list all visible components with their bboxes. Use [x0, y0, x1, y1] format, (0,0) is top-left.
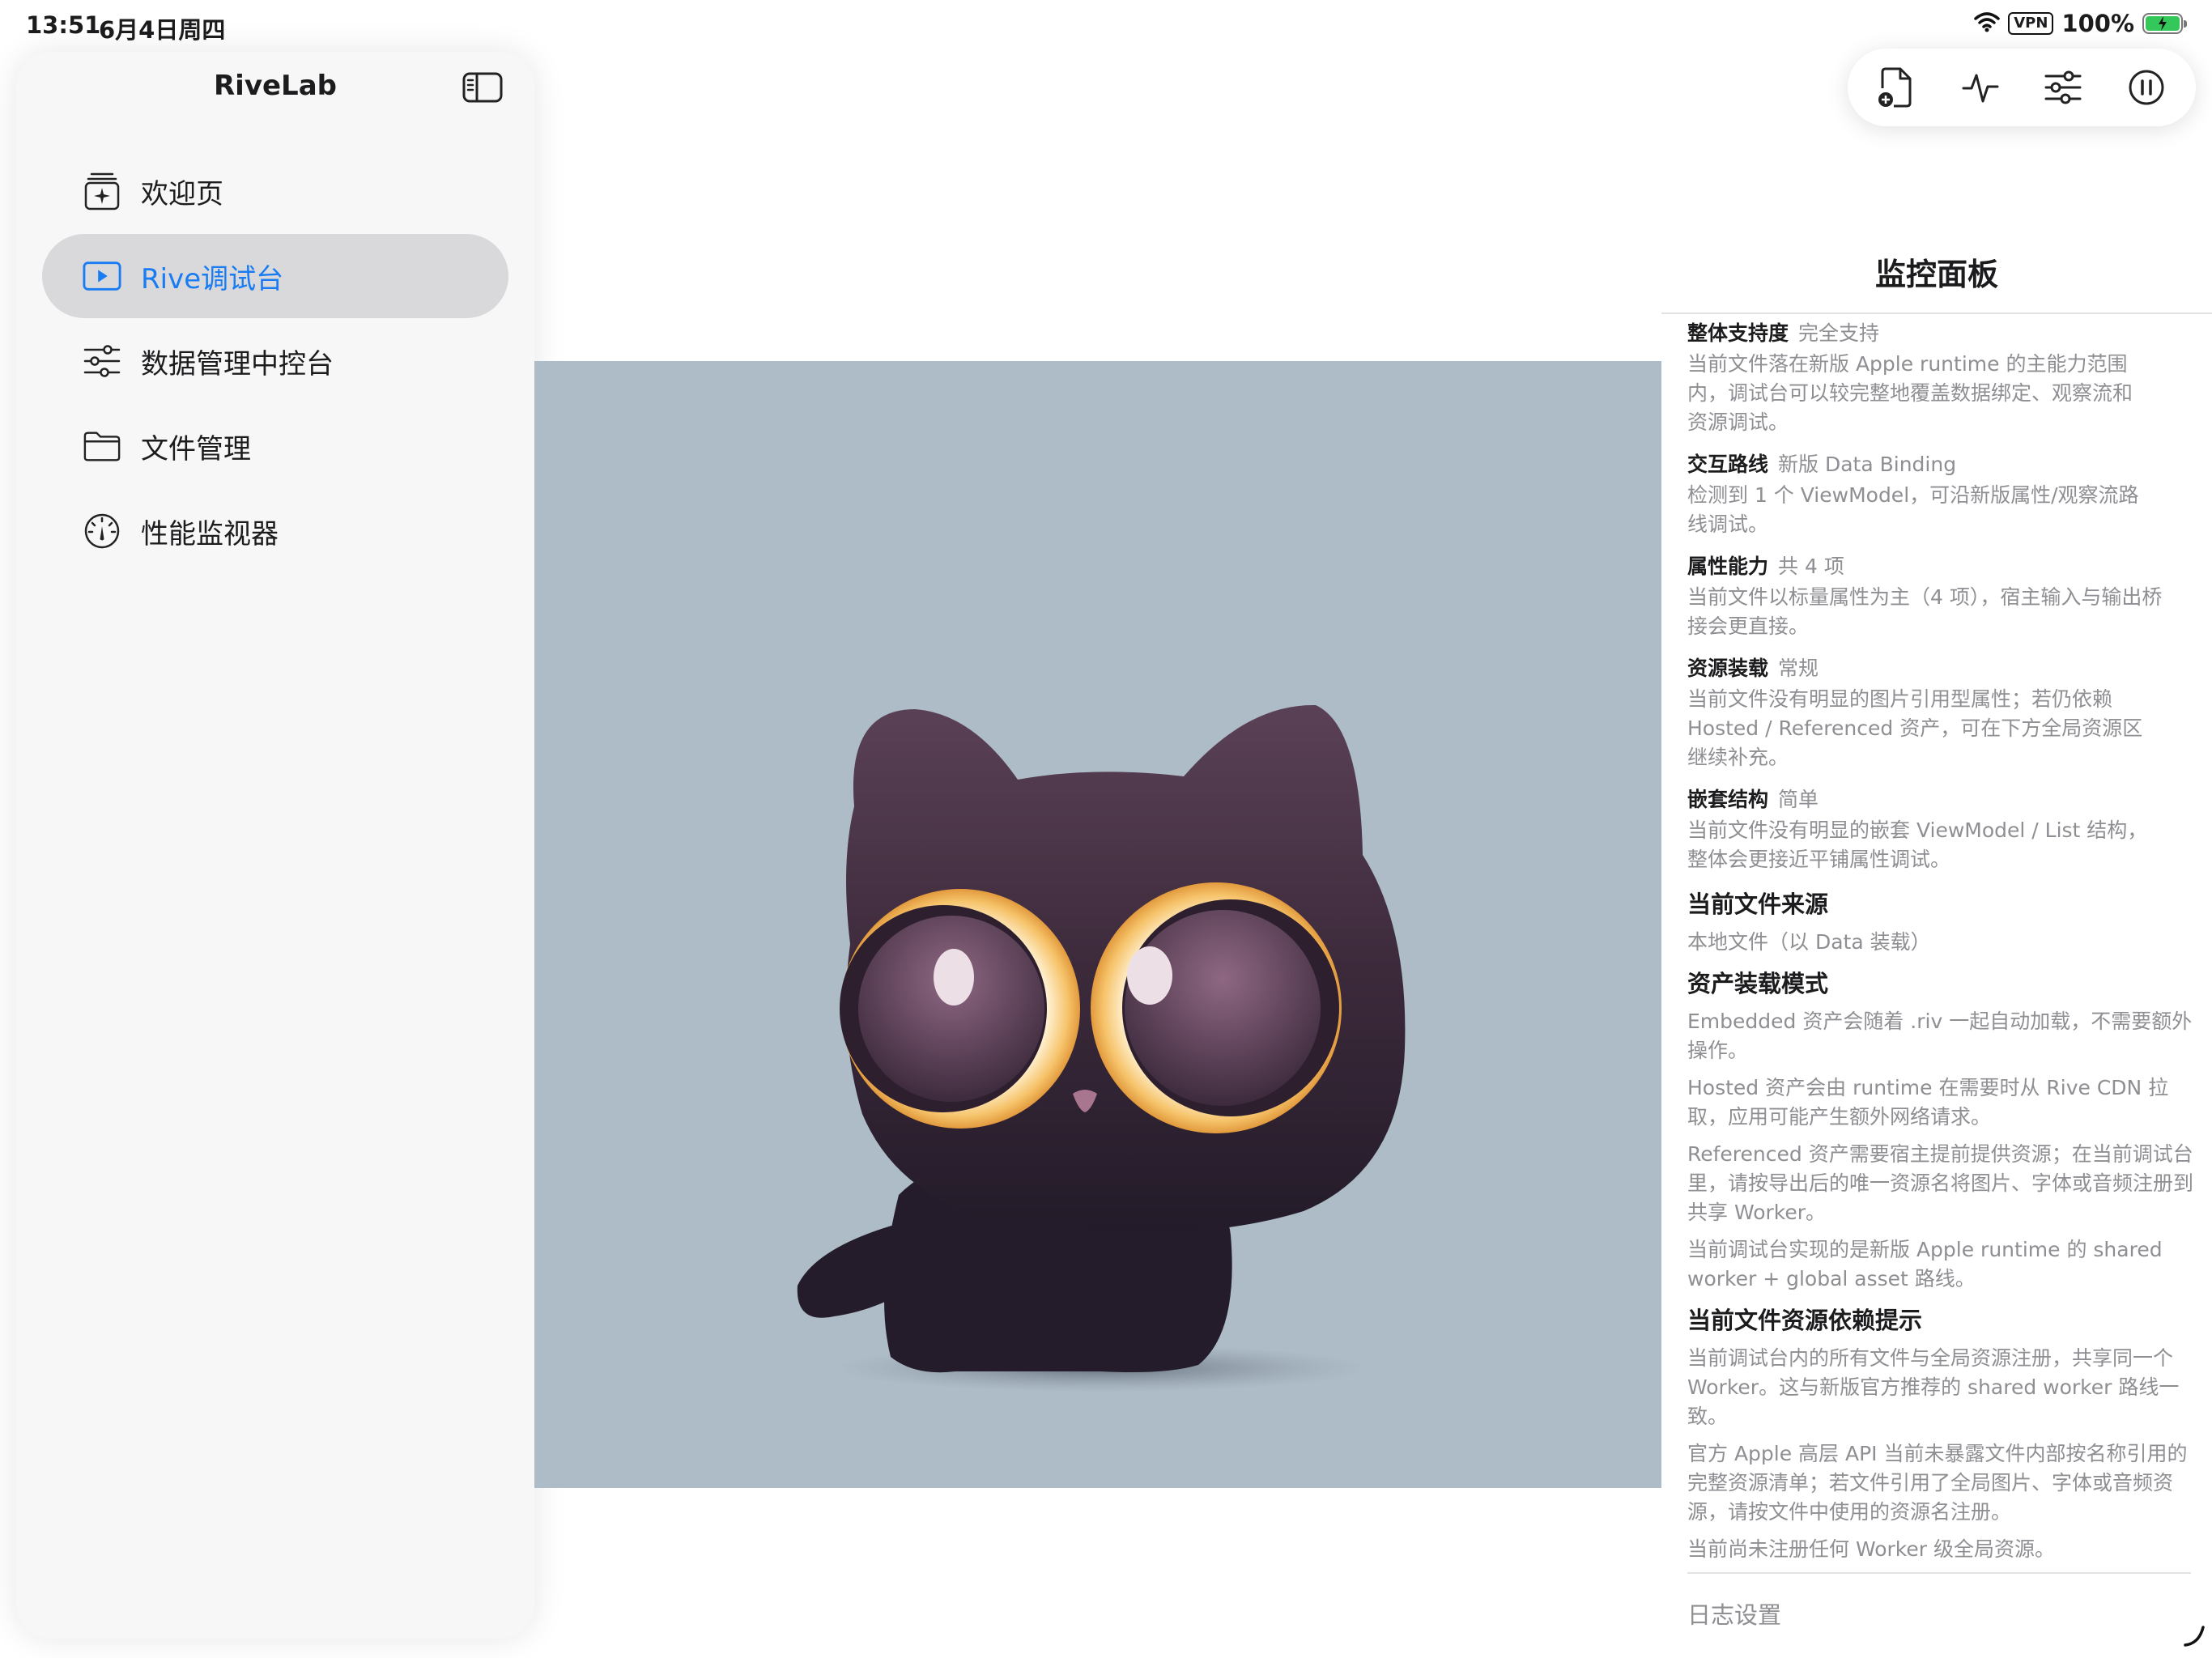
divider	[1661, 312, 2212, 314]
row-description: 当前文件没有明显的嵌套 ViewModel / List 结构，整体会更接近平铺…	[1687, 818, 2148, 871]
welcome-icon	[83, 172, 121, 210]
panel-title: 监控面板	[1874, 257, 1998, 292]
dependency-paragraph: 官方 Apple 高层 API 当前未暴露文件内部按名称引用的完整资源清单；若文…	[1687, 1442, 2188, 1524]
sliders-icon	[2044, 70, 2082, 104]
status-right: VPN 100%	[1974, 10, 2187, 37]
sidebar-toggle-button[interactable]	[462, 70, 504, 105]
add-file-button[interactable]	[1869, 59, 1925, 116]
pause-icon	[2129, 70, 2164, 105]
row-key: 交互路线	[1687, 453, 1769, 476]
sidebar-item-label: 欢迎页	[141, 177, 223, 210]
sliders-icon	[83, 342, 121, 380]
row-description: 当前文件落在新版 Apple runtime 的主能力范围内，调试台可以较完整地…	[1687, 352, 2133, 434]
monitor-panel: 监控面板 整体支持度 完全支持 当前文件落在新版 Apple runtime 的主…	[1661, 235, 2212, 1658]
row-description: 检测到 1 个 ViewModel，可沿新版属性/观察流路线调试。	[1687, 483, 2139, 536]
asset-mode-paragraph: Referenced 资产需要宿主提前提供资源；在当前调试台里，请按导出后的唯一…	[1687, 1142, 2194, 1224]
status-bar: 13:51 6月4日周四 VPN 100%	[0, 0, 2212, 52]
asset-mode-paragraph: Hosted 资产会由 runtime 在需要时从 Rive CDN 拉取，应用…	[1687, 1076, 2169, 1129]
row-value: 常规	[1778, 657, 1819, 680]
sidebar-item-files[interactable]: 文件管理	[42, 404, 508, 488]
sidebar-item-rive-debugger[interactable]: Rive调试台	[42, 234, 508, 318]
dependency-title: 当前文件资源依赖提示	[1687, 1307, 1923, 1334]
activity-button[interactable]	[1952, 59, 2009, 116]
sidebar-nav: 欢迎页 Rive调试台 数据管理中控台 文件管理 性能监视器	[42, 149, 508, 574]
sidebar: RiveLab 欢迎页 Rive调试台 数据管理中控台 文件管理 性能监视器	[16, 52, 534, 1639]
dependency-paragraph: 当前尚未注册任何 Worker 级全局资源。	[1687, 1537, 2055, 1561]
dependency-paragraph: 当前调试台内的所有文件与全局资源注册，共享同一个 Worker。这与新版官方推荐…	[1687, 1346, 2180, 1428]
row-key: 整体支持度	[1687, 321, 1789, 345]
interaction-route-row: 交互路线 新版 Data Binding 检测到 1 个 ViewModel，可沿…	[1687, 449, 2197, 539]
toolbar	[1848, 49, 2196, 126]
sidebar-item-welcome[interactable]: 欢迎页	[42, 149, 508, 233]
nested-structure-row: 嵌套结构 简单 当前文件没有明显的嵌套 ViewModel / List 结构，整…	[1687, 784, 2197, 874]
battery-icon	[2142, 13, 2187, 34]
sidebar-item-label: 数据管理中控台	[141, 347, 334, 380]
property-capability-row: 属性能力共 4 项 当前文件以标量属性为主（4 项），宿主输入与输出桥接会更直接…	[1687, 551, 2197, 641]
row-key: 嵌套结构	[1687, 788, 1769, 811]
sidebar-item-label: 性能监视器	[141, 517, 279, 551]
asset-mode-paragraph: Embedded 资产会随着 .riv 一起自动加载，不需要额外操作。	[1687, 1010, 2193, 1062]
row-value: 新版 Data Binding	[1778, 453, 1957, 476]
activity-icon	[1962, 74, 1999, 103]
source-text: 本地文件（以 Data 装载）	[1687, 930, 1931, 954]
gauge-icon	[83, 512, 121, 551]
asset-mode-title: 资产装载模式	[1687, 970, 1829, 997]
sidebar-item-performance[interactable]: 性能监视器	[42, 489, 508, 573]
row-value: 共 4 项	[1778, 555, 1844, 578]
folder-icon	[83, 427, 121, 466]
row-value: 完全支持	[1798, 321, 1880, 345]
sidebar-toggle-icon	[462, 72, 503, 103]
divider	[1687, 1572, 2191, 1574]
support-row: 整体支持度 完全支持 当前文件落在新版 Apple runtime 的主能力范围内…	[1687, 317, 2197, 437]
wifi-icon	[1974, 11, 2000, 36]
play-icon	[83, 257, 121, 295]
sidebar-item-label: 文件管理	[141, 432, 251, 466]
row-key: 资源装载	[1687, 657, 1769, 680]
vpn-badge: VPN	[2008, 12, 2054, 35]
row-description: 当前文件以标量属性为主（4 项），宿主输入与输出桥接会更直接。	[1687, 585, 2163, 638]
sidebar-item-label: Rive调试台	[141, 262, 284, 295]
row-value: 简单	[1778, 788, 1819, 811]
status-time: 13:51	[26, 11, 101, 39]
panel-body: 整体支持度 完全支持 当前文件落在新版 Apple runtime 的主能力范围内…	[1687, 317, 2197, 1572]
source-title: 当前文件来源	[1687, 891, 1829, 918]
app-title: RiveLab	[213, 70, 337, 102]
add-file-icon	[1878, 67, 1912, 108]
resize-handle-icon[interactable]	[2183, 1624, 2206, 1647]
row-key: 属性能力	[1687, 555, 1769, 578]
resource-loading-row: 资源装载 常规 当前文件没有明显的图片引用型属性；若仍依赖 Hosted / Re…	[1687, 653, 2197, 772]
cat-illustration	[797, 704, 1406, 1392]
sidebar-item-data-console[interactable]: 数据管理中控台	[42, 319, 508, 403]
settings-sliders-button[interactable]	[2035, 59, 2091, 116]
rive-canvas[interactable]	[534, 361, 1661, 1488]
battery-percent: 100%	[2061, 10, 2134, 37]
log-settings-link[interactable]: 日志设置	[1687, 1596, 1781, 1630]
row-description: 当前文件没有明显的图片引用型属性；若仍依赖 Hosted / Reference…	[1687, 687, 2143, 769]
pause-button[interactable]	[2118, 59, 2175, 116]
status-date: 6月4日周四	[99, 16, 226, 44]
asset-mode-paragraph: 当前调试台实现的是新版 Apple runtime 的 shared worke…	[1687, 1238, 2163, 1290]
